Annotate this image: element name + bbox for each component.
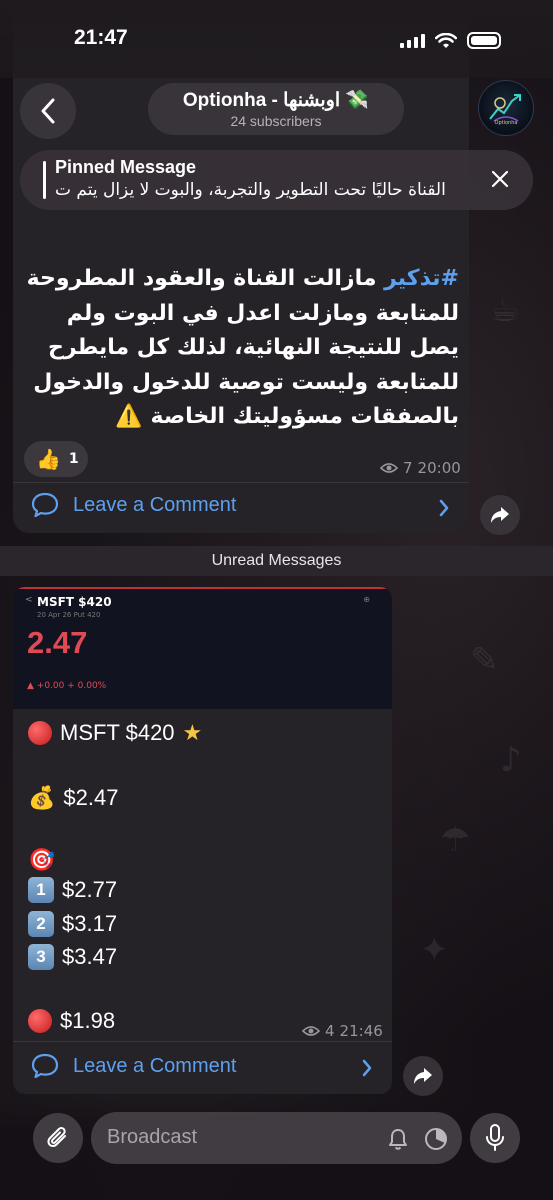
divider (13, 1041, 392, 1042)
attached-screenshot[interactable]: < MSFT $420 20 Apr 26 Put 420 ⊕ 2.47 ▲ +… (13, 587, 392, 709)
bell-icon[interactable] (387, 1127, 409, 1151)
chevron-right-icon (362, 1059, 372, 1077)
screenshot-ticker: MSFT $420 (37, 595, 112, 609)
comment-label: Leave a Comment (73, 493, 237, 516)
leave-comment-button[interactable]: Leave a Comment (31, 1053, 236, 1079)
target-value: $3.17 (62, 911, 118, 936)
battery-icon (467, 32, 501, 49)
screenshot-change: ▲ +0.00 + 0.00% (27, 681, 107, 691)
signal-ticker-line: MSFT $420 ★ (28, 720, 202, 746)
unread-messages-divider: Unread Messages (0, 546, 553, 576)
view-count: 7 (403, 459, 413, 477)
message-meta: 7 20:00 (380, 459, 461, 477)
status-icons (400, 32, 501, 49)
wifi-icon (435, 32, 457, 48)
hashtag-link[interactable]: #تذكير (384, 266, 459, 291)
comment-label: Leave a Comment (73, 1054, 237, 1077)
message-time: 20:00 (417, 459, 461, 477)
channel-avatar[interactable]: Optionha (478, 80, 534, 136)
pinned-message-bar[interactable]: Pinned Message القناة حاليًا تحت التطوير… (20, 150, 533, 210)
divider (13, 482, 469, 483)
back-button[interactable] (20, 83, 76, 139)
avatar-caption: Optionha (494, 120, 518, 126)
target-line: 1 $2.77 (28, 877, 117, 903)
pinned-indicator (43, 161, 46, 199)
close-icon[interactable] (489, 168, 511, 190)
leave-comment-button[interactable]: Leave a Comment (31, 492, 236, 518)
share-button[interactable] (403, 1056, 443, 1096)
channel-title: Optionha - اوبشنها 💸 (182, 90, 370, 111)
doodle-note-icon: ♪ (500, 740, 522, 780)
paperclip-icon (47, 1127, 66, 1148)
entry-line: 💰 $2.47 (28, 785, 118, 811)
target-value: $2.77 (62, 877, 118, 902)
status-bar: 21:47 (0, 0, 553, 78)
keycap-1-icon: 1 (28, 877, 54, 903)
stop-loss-line: $1.98 (28, 1008, 115, 1034)
attach-button[interactable] (33, 1113, 83, 1163)
share-arrow-icon (414, 1068, 432, 1084)
keycap-3-icon: 3 (28, 944, 54, 970)
red-circle-icon (28, 1009, 52, 1033)
status-time: 21:47 (74, 26, 128, 49)
red-circle-icon (28, 721, 52, 745)
screenshot-price: 2.47 (27, 625, 88, 660)
thumbs-up-icon: 👍 (36, 447, 61, 471)
target-line: 2 $3.17 (28, 911, 117, 937)
timer-icon[interactable] (424, 1127, 448, 1151)
target-icon: 🎯 (28, 848, 56, 873)
reaction-chip[interactable]: 👍 1 (24, 441, 88, 477)
eye-icon (302, 1026, 320, 1036)
pinned-text: القناة حاليًا تحت التطوير والتجربة، والب… (55, 180, 446, 200)
message-time: 21:46 (339, 1022, 383, 1040)
doodle-cup-icon: ☕ (490, 290, 521, 330)
doodle-star-icon: ✦ (420, 930, 449, 970)
doodle-fish-icon: ✎ (470, 640, 499, 680)
signal-ticker: MSFT $420 (60, 720, 175, 745)
comment-bubble-icon (31, 492, 59, 518)
screenshot-menu-icon: ⊕ (363, 595, 370, 604)
entry-price: $2.47 (63, 785, 119, 810)
pinned-title: Pinned Message (55, 157, 197, 177)
keycap-2-icon: 2 (28, 911, 54, 937)
target-value: $3.47 (62, 944, 118, 969)
chevron-right-icon (439, 499, 449, 517)
screenshot-subtitle: 20 Apr 26 Put 420 (37, 611, 101, 619)
message-text: #تذكير مازالت القناة والعقود المطروحة لل… (13, 262, 459, 435)
eye-icon (380, 463, 398, 473)
share-arrow-icon (491, 507, 509, 523)
reaction-count: 1 (68, 451, 79, 467)
microphone-button[interactable] (470, 1113, 520, 1163)
money-bag-icon: 💰 (28, 785, 56, 811)
target-line: 3 $3.47 (28, 944, 117, 970)
view-count: 4 (325, 1022, 335, 1040)
cellular-signal-icon (400, 33, 425, 48)
share-button[interactable] (480, 495, 520, 535)
stop-loss-value: $1.98 (60, 1008, 116, 1033)
broadcast-input[interactable]: Broadcast (91, 1112, 462, 1164)
chevron-left-icon (41, 98, 55, 124)
screenshot-back-icon: < (25, 595, 33, 605)
doodle-umbrella-icon: ☂ (440, 820, 471, 860)
input-placeholder: Broadcast (107, 1126, 198, 1148)
microphone-icon (486, 1124, 504, 1151)
star-icon: ★ (182, 720, 203, 746)
subscriber-count: 24 subscribers (230, 113, 322, 129)
message-meta: 4 21:46 (302, 1022, 383, 1040)
target-header: 🎯 (28, 848, 55, 873)
channel-header[interactable]: Optionha - اوبشنها 💸 24 subscribers (148, 83, 404, 135)
comment-bubble-icon (31, 1053, 59, 1079)
